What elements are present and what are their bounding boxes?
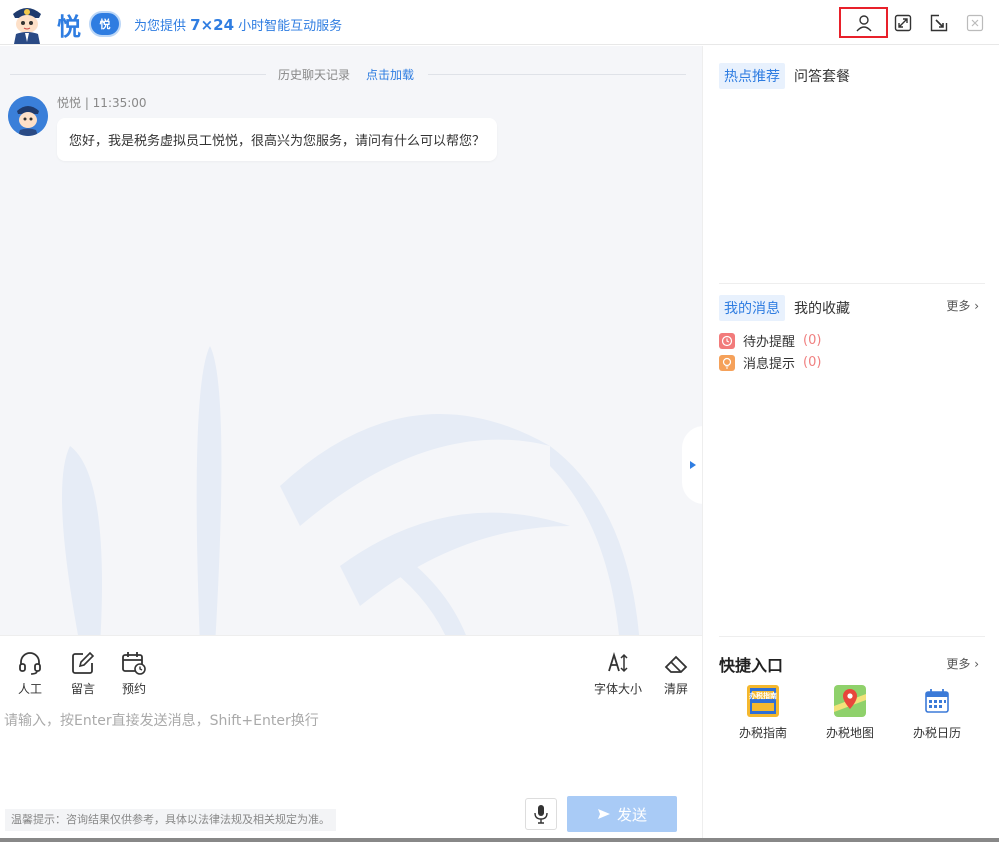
message-sender-time: 悦悦 | 11:35:00 xyxy=(57,96,147,110)
headset-icon xyxy=(19,652,41,675)
edit-icon xyxy=(72,651,95,674)
map-pin-icon xyxy=(834,685,866,717)
triangle-right-icon xyxy=(690,461,696,469)
message-notice-item[interactable]: 消息提示 (0) xyxy=(719,353,821,372)
brand-badge: 悦 xyxy=(89,11,121,37)
send-button[interactable]: 发送 xyxy=(567,796,677,832)
send-label: 发送 xyxy=(616,805,647,824)
svg-text:办税指南: 办税指南 xyxy=(749,691,777,700)
brand-name: 悦 xyxy=(57,12,81,41)
user-icon xyxy=(855,14,872,31)
wheat-watermark-icon xyxy=(62,346,640,635)
clear-screen-button[interactable]: 清屏 xyxy=(663,650,689,697)
chat-area[interactable]: 历史聊天记录 点击加载 悦悦 | 11:35:00 您好，我是税务虚拟员工悦悦，… xyxy=(0,46,702,635)
tab-qa-package[interactable]: 问答套餐 xyxy=(789,63,855,89)
shrink-icon xyxy=(930,14,948,32)
quick-entry-title: 快捷入口 xyxy=(719,656,784,675)
panel-toggle-button[interactable] xyxy=(682,426,702,504)
appointment-button[interactable]: 预约 xyxy=(121,650,147,697)
tab-my-messages[interactable]: 我的消息 xyxy=(719,295,785,321)
message-input[interactable]: 请输入，按Enter直接发送消息，Shift+Enter换行 xyxy=(4,710,319,730)
message-tabs: 我的消息 我的收藏 xyxy=(719,295,855,321)
message-notice-count: (0) xyxy=(803,355,822,370)
service-tagline: 为您提供 7×24 小时智能互动服务 xyxy=(134,16,343,34)
input-area: 人工 留言 预约 字体大小 清屏 请输入，按Enter直接发送消息，Shift+… xyxy=(0,635,702,838)
tax-calendar-label: 办税日历 xyxy=(912,726,961,740)
voice-input-button[interactable] xyxy=(525,798,557,830)
close-button[interactable] xyxy=(961,9,989,37)
close-icon xyxy=(966,14,984,32)
font-size-icon xyxy=(608,651,628,673)
disclaimer-tip: 温馨提示：咨询结果仅供参考，具体以法律法规及相关规定为准。 xyxy=(5,809,336,831)
window-bottom-border xyxy=(0,838,999,842)
quick-entry-more-link[interactable]: 更多 › xyxy=(946,655,979,672)
recommend-tabs: 热点推荐 问答套餐 xyxy=(719,63,855,89)
tab-hot-recommend[interactable]: 热点推荐 xyxy=(719,63,785,89)
quick-entry-tax-guide[interactable]: 办税指南 办税指南 xyxy=(723,684,803,741)
calendar-icon xyxy=(925,689,949,713)
quick-entry-tax-calendar[interactable]: 办税日历 xyxy=(897,684,977,741)
assistant-avatar-icon xyxy=(8,96,48,136)
human-service-label: 人工 xyxy=(17,682,42,696)
human-service-button[interactable]: 人工 xyxy=(17,650,43,697)
leave-message-label: 留言 xyxy=(70,682,95,696)
tax-guide-icon: 办税指南 xyxy=(747,685,779,717)
load-history-link[interactable]: 点击加载 xyxy=(366,66,414,83)
calendar-clock-icon xyxy=(122,652,146,675)
message-notice-label: 消息提示 xyxy=(743,357,796,372)
title-bar: 悦 悦 为您提供 7×24 小时智能互动服务 xyxy=(0,0,999,45)
tab-my-favorites[interactable]: 我的收藏 xyxy=(789,295,855,321)
todo-reminder-item[interactable]: 待办提醒 (0) xyxy=(719,331,821,350)
section-divider xyxy=(719,636,985,637)
assistant-message-bubble: 您好，我是税务虚拟员工悦悦，很高兴为您服务，请问有什么可以帮您？ xyxy=(57,118,498,161)
tax-map-label: 办税地图 xyxy=(825,726,874,740)
font-size-button[interactable]: 字体大小 xyxy=(594,650,642,697)
todo-reminder-count: (0) xyxy=(803,333,822,348)
expand-icon xyxy=(894,14,912,32)
font-size-label: 字体大小 xyxy=(594,682,643,696)
messages-more-link[interactable]: 更多 › xyxy=(946,297,979,314)
eraser-icon xyxy=(664,655,688,673)
assistant-avatar xyxy=(8,96,48,136)
bulb-icon xyxy=(719,354,735,371)
microphone-icon xyxy=(534,805,548,824)
user-center-button[interactable] xyxy=(839,7,888,38)
quick-entry-tax-map[interactable]: 办税地图 xyxy=(810,684,890,741)
maximize-button[interactable] xyxy=(889,9,917,37)
history-label: 历史聊天记录 xyxy=(278,68,351,82)
minimize-button[interactable] xyxy=(925,9,953,37)
section-divider xyxy=(719,283,985,284)
leave-message-button[interactable]: 留言 xyxy=(70,650,96,697)
clear-screen-label: 清屏 xyxy=(663,682,688,696)
appointment-label: 预约 xyxy=(121,682,146,696)
todo-reminder-label: 待办提醒 xyxy=(743,335,796,350)
history-divider: 历史聊天记录 点击加载 xyxy=(0,66,702,82)
tax-guide-label: 办税指南 xyxy=(738,726,787,740)
side-panel: 热点推荐 问答套餐 我的消息 我的收藏 更多 › 待办提醒 (0) 消息提示 (… xyxy=(702,46,999,838)
mascot-logo-icon xyxy=(13,8,41,44)
clock-icon xyxy=(719,332,735,349)
send-icon xyxy=(597,809,610,819)
